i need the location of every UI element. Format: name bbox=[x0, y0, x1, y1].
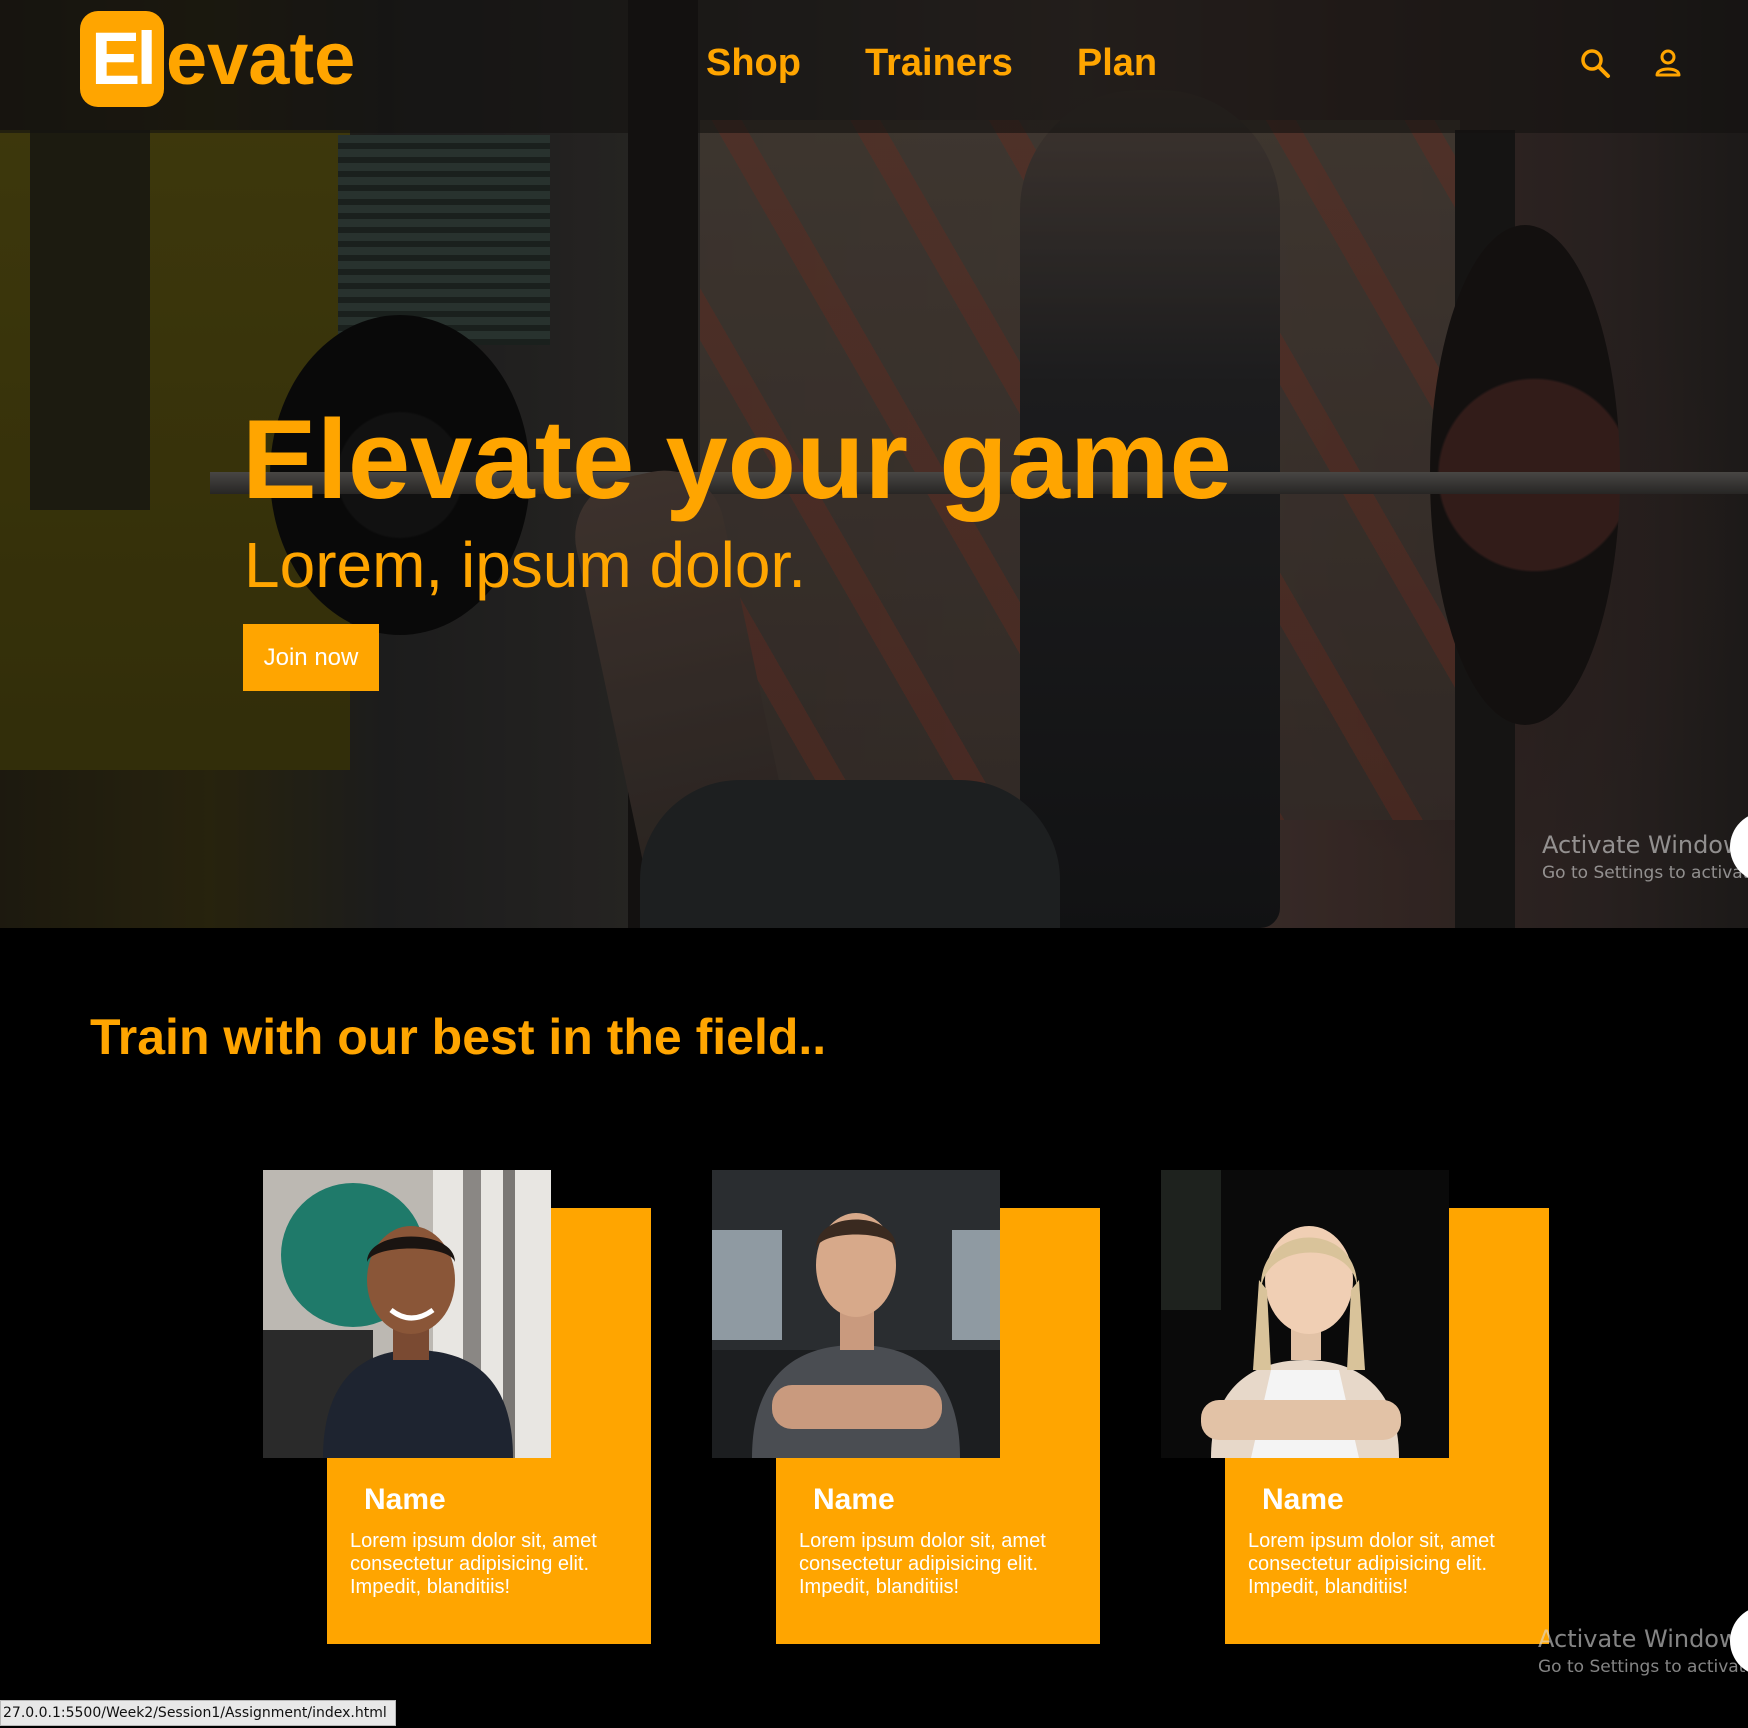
nav-link-plan[interactable]: Plan bbox=[1077, 42, 1157, 85]
nav-links: Shop Trainers Plan bbox=[706, 42, 1221, 85]
hero-section: Elevate your game Lorem, ipsum dolor. Jo… bbox=[0, 0, 1748, 928]
activate-windows-watermark: Activate Windows Go to Settings to activ… bbox=[1538, 1624, 1748, 1680]
search-icon[interactable] bbox=[1576, 44, 1616, 84]
trainer-photo bbox=[712, 1170, 1000, 1458]
trainer-description: Lorem ipsum dolor sit, amet consectetur … bbox=[350, 1530, 597, 1598]
watermark-title: Activate Windows bbox=[1538, 1625, 1748, 1653]
trainer-name: Name bbox=[813, 1483, 895, 1516]
activate-windows-watermark: Activate Windows Go to Settings to activ… bbox=[1542, 830, 1748, 886]
watermark-title: Activate Windows bbox=[1542, 831, 1748, 859]
trainer-photo bbox=[1161, 1170, 1449, 1458]
navbar: El evate Shop Trainers Plan bbox=[0, 0, 1748, 133]
trainers-section-title: Train with our best in the field.. bbox=[90, 1009, 827, 1065]
trainer-card[interactable]: Name Lorem ipsum dolor sit, amet consect… bbox=[1161, 1170, 1551, 1646]
watermark-subtitle: Go to Settings to activate bbox=[1542, 863, 1748, 883]
watermark-subtitle: Go to Settings to activate bbox=[1538, 1657, 1748, 1677]
user-icon[interactable] bbox=[1649, 44, 1689, 84]
trainer-name: Name bbox=[1262, 1483, 1344, 1516]
trainer-description: Lorem ipsum dolor sit, amet consectetur … bbox=[799, 1530, 1046, 1598]
join-now-button[interactable]: Join now bbox=[243, 624, 379, 691]
trainer-photo bbox=[263, 1170, 551, 1458]
trainer-name: Name bbox=[364, 1483, 446, 1516]
nav-link-trainers[interactable]: Trainers bbox=[865, 42, 1013, 85]
status-bar-url: 27.0.0.1:5500/Week2/Session1/Assignment/… bbox=[0, 1700, 396, 1726]
trainer-card[interactable]: Name Lorem ipsum dolor sit, amet consect… bbox=[712, 1170, 1102, 1646]
page: Elevate your game Lorem, ipsum dolor. Jo… bbox=[0, 0, 1748, 1728]
trainer-description: Lorem ipsum dolor sit, amet consectetur … bbox=[1248, 1530, 1495, 1598]
hero-title: Elevate your game bbox=[242, 397, 1232, 522]
trainer-card[interactable]: Name Lorem ipsum dolor sit, amet consect… bbox=[263, 1170, 653, 1646]
logo-text: evate bbox=[166, 17, 356, 100]
logo-mark: El bbox=[80, 11, 164, 107]
brand-logo[interactable]: El evate bbox=[80, 10, 355, 108]
hero-subtitle: Lorem, ipsum dolor. bbox=[244, 529, 807, 601]
nav-link-shop[interactable]: Shop bbox=[706, 42, 801, 85]
